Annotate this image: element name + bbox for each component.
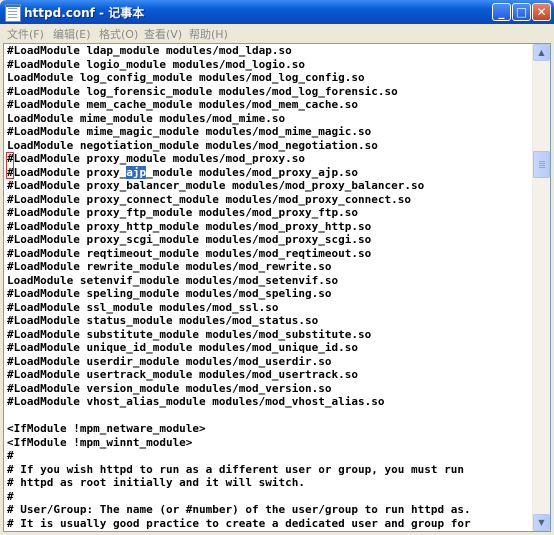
- scroll-thumb[interactable]: [533, 151, 550, 178]
- text-line: #LoadModule status_module modules/mod_st…: [7, 314, 319, 327]
- text-line: #LoadModule proxy_http_module modules/mo…: [7, 219, 372, 233]
- close-button[interactable]: ✕: [532, 3, 551, 21]
- text-line: #: [7, 489, 14, 503]
- menu-bar: 文件(F) 编辑(E) 格式(O) 查看(V) 帮助(H): [3, 24, 551, 42]
- text-line: #: [7, 449, 14, 462]
- text-line: #LoadModule ssl_module modules/mod_ssl.s…: [7, 300, 279, 314]
- file-content[interactable]: #LoadModule ldap_module modules/mod_ldap…: [6, 44, 532, 530]
- maximize-button[interactable]: □: [512, 3, 531, 21]
- notepad-icon[interactable]: [5, 4, 21, 22]
- text-line: LoadModule log_config_module modules/mod…: [7, 71, 365, 84]
- menu-view[interactable]: 查看(V): [144, 26, 182, 42]
- text-line: #LoadModule speling_module modules/mod_s…: [7, 287, 332, 300]
- menu-help[interactable]: 帮助(H): [189, 26, 228, 42]
- text-line: LoadModule setenvif_module modules/mod_s…: [7, 273, 339, 287]
- text-line: #LoadModule mem_cache_module modules/mod…: [7, 98, 358, 111]
- text-line: # It is usually good practice to create …: [7, 516, 471, 530]
- menu-file[interactable]: 文件(F): [7, 26, 44, 42]
- text-line: # User/Group: The name (or #number) of t…: [7, 503, 471, 516]
- text-line: #LoadModule proxy_module modules/mod_pro…: [7, 152, 306, 165]
- comment-marker-highlight: [6, 152, 14, 179]
- window-title: httpd.conf - 记事本: [24, 6, 145, 20]
- text-line: <IfModule !mpm_winnt_module>: [7, 435, 193, 449]
- text-line: <IfModule !mpm_netware_module>: [7, 422, 206, 435]
- text-line: #LoadModule proxy_ftp_module modules/mod…: [7, 206, 358, 219]
- text-line: #LoadModule usertrack_module modules/mod…: [7, 368, 358, 381]
- text-line: #LoadModule vhost_alias_module modules/m…: [7, 395, 385, 408]
- text-line: #LoadModule rewrite_module modules/mod_r…: [7, 260, 332, 273]
- text-line: #LoadModule version_module modules/mod_v…: [7, 381, 332, 395]
- minimize-button[interactable]: _: [492, 3, 511, 21]
- title-bar[interactable]: httpd.conf - 记事本 _ □ ✕: [0, 0, 554, 24]
- text-line: #LoadModule log_forensic_module modules/…: [7, 84, 398, 98]
- text-line: [7, 409, 532, 423]
- text-line: # httpd as root initially and it will sw…: [7, 476, 306, 489]
- text-line: #LoadModule reqtimeout_module modules/mo…: [7, 246, 372, 260]
- notepad-window: httpd.conf - 记事本 _ □ ✕ 文件(F) 编辑(E) 格式(O)…: [0, 0, 554, 535]
- text-line: #LoadModule ldap_module modules/mod_ldap…: [7, 44, 292, 57]
- text-line: #LoadModule mime_magic_module modules/mo…: [7, 125, 372, 138]
- menu-format[interactable]: 格式(O): [99, 26, 138, 42]
- text-line: #LoadModule userdir_module modules/mod_u…: [7, 354, 332, 368]
- text-editor-area[interactable]: #LoadModule ldap_module modules/mod_ldap…: [3, 43, 551, 532]
- scroll-down-button[interactable]: ▼: [533, 514, 550, 531]
- text-line: #LoadModule proxy_scgi_module modules/mo…: [7, 233, 372, 246]
- menu-edit[interactable]: 编辑(E): [53, 26, 91, 42]
- text-line: #LoadModule substitute_module modules/mo…: [7, 327, 372, 341]
- text-line: #LoadModule logio_module modules/mod_log…: [7, 57, 306, 71]
- text-line: #LoadModule unique_id_module modules/mod…: [7, 341, 358, 354]
- text-line: # If you wish httpd to run as a differen…: [7, 462, 464, 476]
- text-line: LoadModule negotiation_module modules/mo…: [7, 138, 378, 152]
- selected-text[interactable]: ajp: [126, 165, 147, 179]
- text-line: #LoadModule proxy_balancer_module module…: [7, 179, 425, 192]
- text-line: #LoadModule proxy_connect_module modules…: [7, 192, 411, 206]
- vertical-scrollbar[interactable]: ▲ ▼: [532, 44, 550, 531]
- text-line: #LoadModule proxy_ajp_module modules/mod…: [7, 165, 359, 179]
- text-line: LoadModule mime_module modules/mod_mime.…: [7, 111, 286, 125]
- scroll-up-button[interactable]: ▲: [533, 44, 550, 61]
